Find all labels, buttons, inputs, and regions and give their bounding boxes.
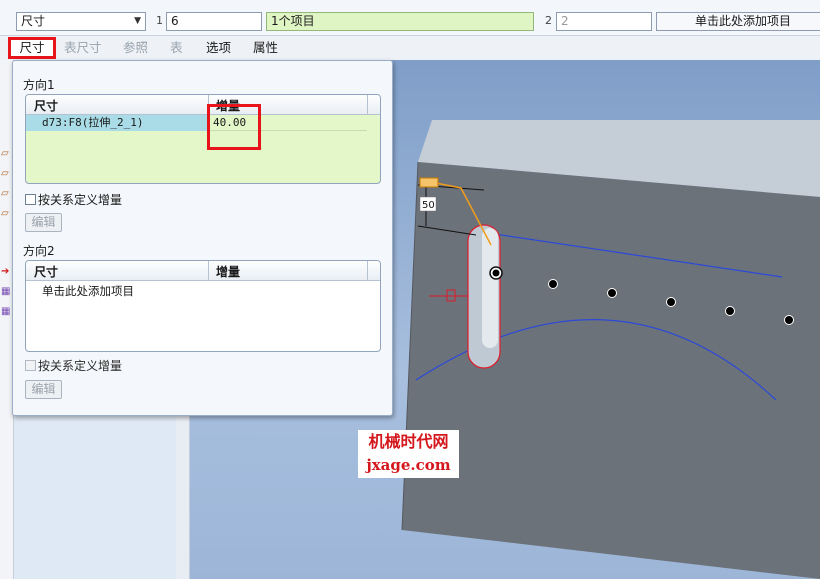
table-row[interactable]: d73:F8(拉伸_2_1) 40.00 bbox=[26, 115, 380, 131]
tab-references[interactable]: 参照 bbox=[123, 40, 148, 56]
direction1-table: 尺寸 增量 d73:F8(拉伸_2_1) 40.00 bbox=[25, 94, 381, 184]
watermark-title: 机械时代网 bbox=[368, 432, 449, 451]
direction2-table: 尺寸 增量 单击此处添加项目 bbox=[25, 260, 381, 352]
direction1-count-field[interactable]: 6 bbox=[166, 12, 262, 31]
table-header: 尺寸 增量 bbox=[26, 95, 380, 115]
column-dimension-header: 尺寸 bbox=[34, 99, 59, 113]
tab-properties[interactable]: 属性 bbox=[253, 40, 278, 56]
increment-highlight-box bbox=[207, 104, 261, 150]
viewport-edge-strip bbox=[176, 415, 190, 579]
dimensions-slide-panel: 方向1 尺寸 增量 d73:F8(拉伸_2_1) 40.00 按关系定义增量 编… bbox=[12, 60, 393, 416]
checkbox-label: 按关系定义增量 bbox=[38, 193, 123, 207]
dimension-50-label: 50 bbox=[422, 200, 435, 211]
add-item-text[interactable]: 单击此处添加项目 bbox=[42, 283, 134, 299]
feature-icon: ▱ bbox=[1, 208, 9, 219]
tab-tables[interactable]: 表 bbox=[170, 40, 183, 56]
dimension-cell[interactable]: d73:F8(拉伸_2_1) bbox=[26, 115, 208, 131]
direction1-title: 方向1 bbox=[23, 78, 55, 92]
direction2-relation-checkbox[interactable]: 按关系定义增量 bbox=[25, 358, 122, 374]
checkbox-label: 按关系定义增量 bbox=[38, 359, 123, 373]
feature-icon: ▱ bbox=[1, 188, 9, 199]
tab-dimensions[interactable]: 尺寸 bbox=[8, 37, 56, 59]
add-item-row[interactable]: 单击此处添加项目 bbox=[26, 281, 380, 299]
direction1-edit-button[interactable]: 编辑 bbox=[25, 213, 62, 232]
feature-icon: ▱ bbox=[1, 148, 9, 159]
column-increment-header: 增量 bbox=[216, 265, 241, 279]
dashboard-toolbar: 尺寸 ▼ 1 6 1个项目 2 2 单击此处添加项目 bbox=[0, 0, 820, 36]
table-header: 尺寸 增量 bbox=[26, 261, 380, 281]
tab-options[interactable]: 选项 bbox=[206, 40, 231, 56]
watermark-url: jxage.com bbox=[366, 456, 451, 474]
pattern-icon: ▦ bbox=[1, 286, 11, 297]
direction1-items-collector[interactable]: 1个项目 bbox=[266, 12, 534, 31]
pattern-type-value: 尺寸 bbox=[21, 14, 46, 28]
feature-icon: ▱ bbox=[1, 168, 9, 179]
direction1-relation-checkbox[interactable]: 按关系定义增量 bbox=[25, 192, 122, 208]
direction2-edit-button[interactable]: 编辑 bbox=[25, 380, 62, 399]
dropdown-arrow-icon: ▼ bbox=[134, 16, 141, 26]
direction2-count-field[interactable]: 2 bbox=[556, 12, 652, 31]
tab-bar: 尺寸 表尺寸 参照 表 选项 属性 bbox=[0, 36, 820, 60]
direction2-number: 2 bbox=[545, 14, 552, 27]
direction2-title: 方向2 bbox=[23, 244, 55, 258]
direction2-items-collector[interactable]: 单击此处添加项目 bbox=[656, 12, 820, 31]
insert-here-arrow-icon: ➔ bbox=[1, 266, 10, 277]
column-dimension-header: 尺寸 bbox=[34, 265, 59, 279]
site-watermark: 机械时代网 jxage.com bbox=[358, 430, 459, 478]
pattern-icon: ▦ bbox=[1, 306, 11, 317]
direction1-number: 1 bbox=[156, 14, 163, 27]
block-front-face bbox=[402, 162, 820, 579]
checkbox-box[interactable] bbox=[25, 194, 36, 205]
tab-table-dimensions[interactable]: 表尺寸 bbox=[64, 40, 102, 56]
pattern-type-select[interactable]: 尺寸 ▼ bbox=[16, 12, 146, 31]
checkbox-box[interactable] bbox=[25, 360, 36, 371]
